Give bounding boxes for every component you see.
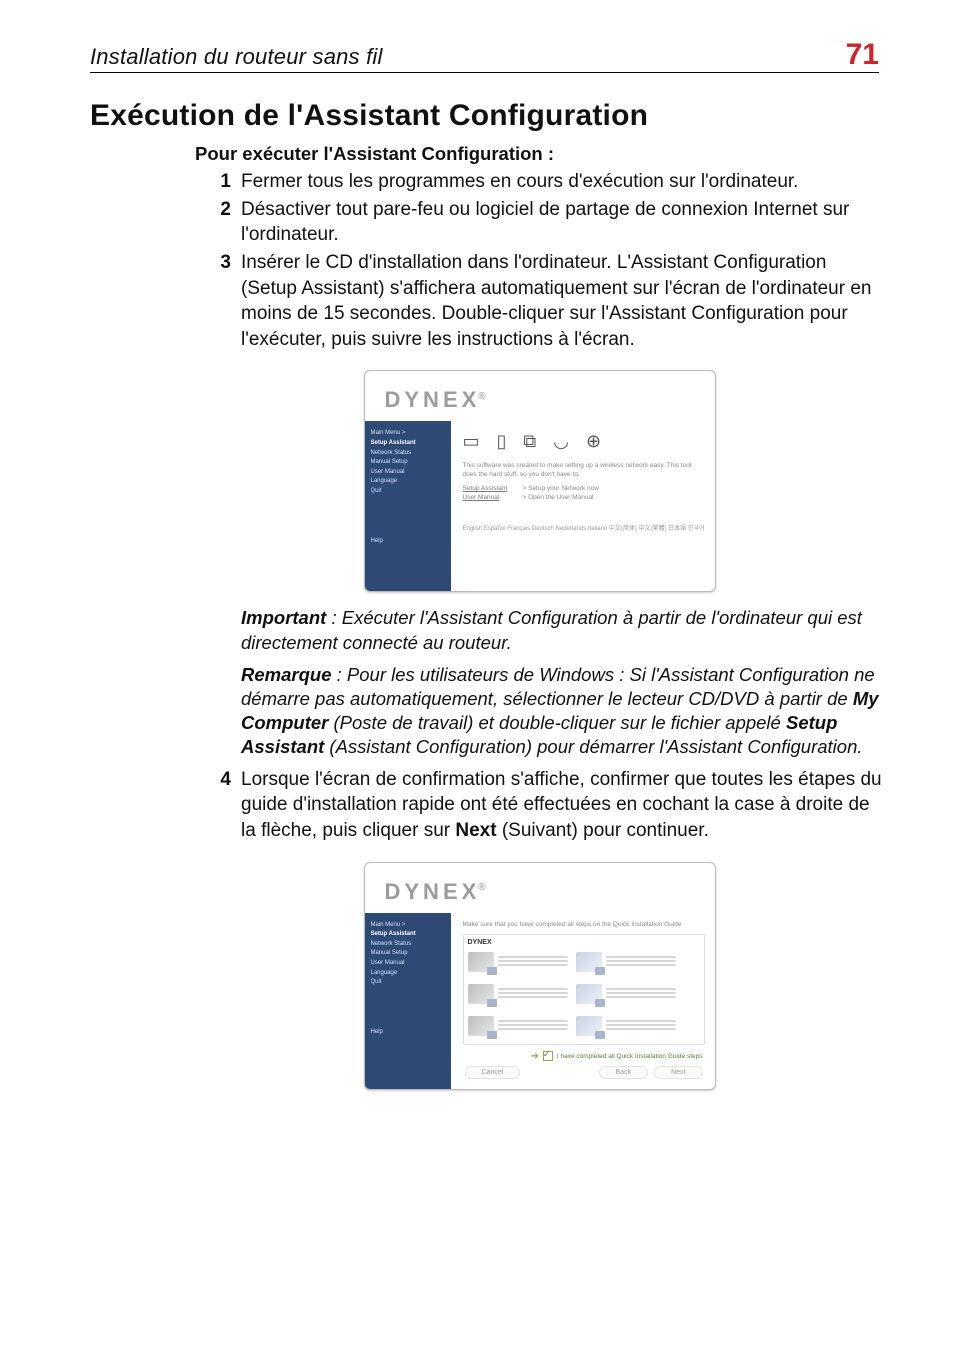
- back-button[interactable]: Back: [599, 1066, 649, 1079]
- step-number: 4: [195, 767, 241, 793]
- arrow-icon: ➔: [531, 1051, 539, 1062]
- step-3-text: Insérer le CD d'installation dans l'ordi…: [241, 250, 884, 353]
- screenshot-setup-menu: DYNEX® Main Menu > Setup Assistant Netwo…: [364, 370, 716, 592]
- step-number: 2: [195, 197, 241, 223]
- step-1-text: Fermer tous les programmes en cours d'ex…: [241, 169, 798, 195]
- page-number: 71: [846, 38, 879, 72]
- confirm-checkbox[interactable]: [543, 1051, 553, 1061]
- device-icons-row: ▭ ▯ ⧉ ◡ ⊕: [463, 431, 705, 452]
- confirm-label: I have completed all Quick Installation …: [557, 1053, 703, 1060]
- step-number: 3: [195, 250, 241, 276]
- screenshot-sidebar: Main Menu > Setup Assistant Network Stat…: [365, 913, 451, 1089]
- remarque-note: Remarque : Pour les utilisateurs de Wind…: [241, 663, 884, 759]
- cancel-button[interactable]: Cancel: [465, 1066, 521, 1079]
- running-header: Installation du routeur sans fil: [90, 44, 383, 72]
- brand-logo: DYNEX®: [385, 387, 486, 412]
- brand-logo: DYNEX®: [385, 879, 486, 904]
- step-2-text: Désactiver tout pare-feu ou logiciel de …: [241, 197, 884, 248]
- screenshot-main: Make sure that you have completed all st…: [451, 913, 715, 1089]
- screenshot-sidebar: Main Menu > Setup Assistant Network Stat…: [365, 421, 451, 591]
- step-number: 1: [195, 169, 241, 195]
- screenshot-confirmation: DYNEX® Main Menu > Setup Assistant Netwo…: [364, 862, 716, 1090]
- step-4-text: Lorsque l'écran de confirmation s'affich…: [241, 767, 884, 844]
- section-heading: Exécution de l'Assistant Configuration: [90, 99, 954, 133]
- important-note: Important : Exécuter l'Assistant Configu…: [241, 606, 884, 654]
- screenshot-main: ▭ ▯ ⧉ ◡ ⊕ This software was created to m…: [451, 421, 715, 591]
- next-button[interactable]: Next: [654, 1066, 702, 1079]
- procedure-subheading: Pour exécuter l'Assistant Configuration …: [195, 143, 884, 165]
